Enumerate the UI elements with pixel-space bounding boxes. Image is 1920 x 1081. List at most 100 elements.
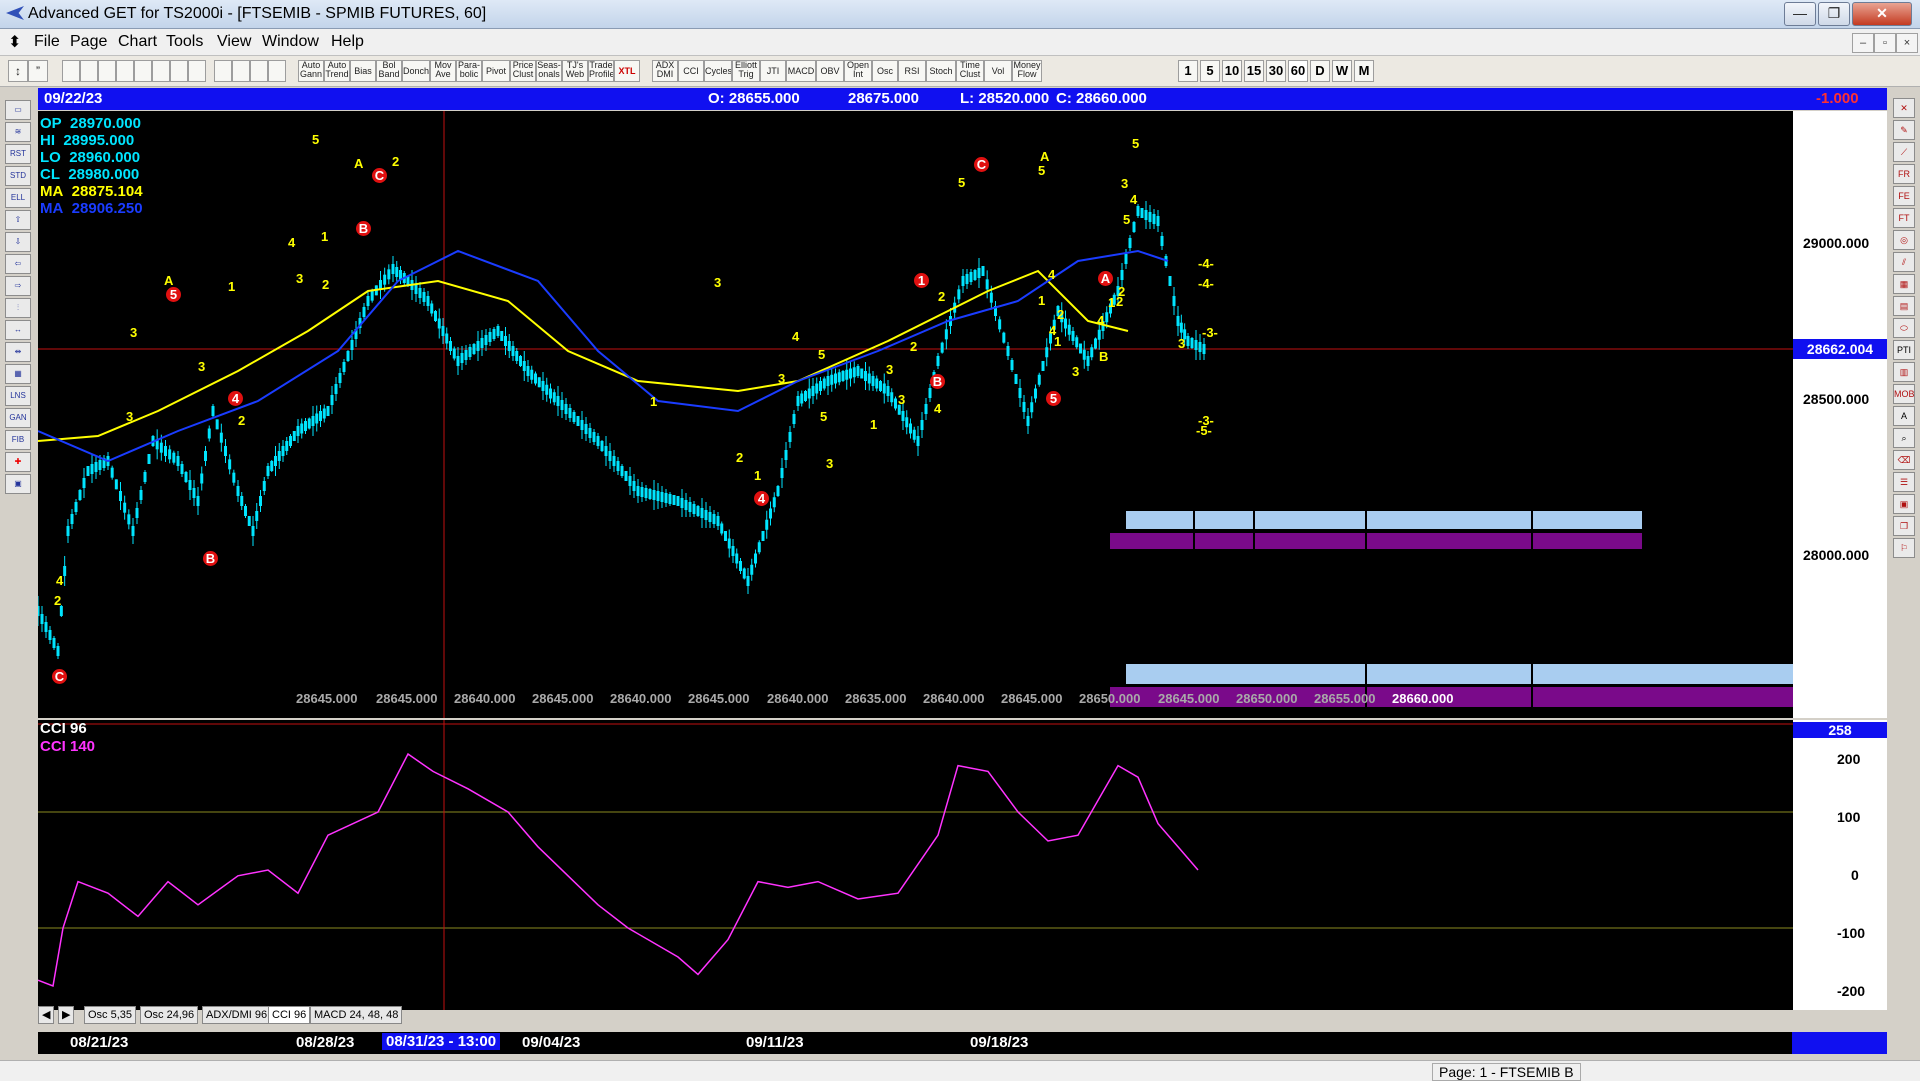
menu-file[interactable]: File [34,33,60,51]
cursor-icon[interactable]: ↕ [8,60,28,82]
mdi-restore-button[interactable]: ▫ [1874,33,1896,53]
circle-icon[interactable]: ◎ [1893,230,1915,250]
reset-icon[interactable]: RST [5,144,31,164]
mdi-minimize-button[interactable]: – [1852,33,1874,53]
text-icon[interactable]: A [1893,406,1915,426]
arrow-right-icon[interactable]: ⇨ [5,276,31,296]
interval-5[interactable]: 5 [1200,60,1220,82]
tb-parabolic[interactable]: Para-bolic [456,60,482,82]
compress-icon[interactable]: ⇹ [5,342,31,362]
pencil-icon[interactable]: ✎ [1893,120,1915,140]
menu-tools[interactable]: Tools [166,33,203,51]
interval-d[interactable]: D [1310,60,1330,82]
tb-elliott-trig[interactable]: Elliott Trig [732,60,760,82]
fib-icon[interactable]: FIB [5,430,31,450]
interval-1[interactable]: 1 [1178,60,1198,82]
grid-icon[interactable]: ▦ [5,364,31,384]
minimize-button[interactable]: — [1784,2,1816,26]
fib-ext-icon[interactable]: FE [1893,186,1915,206]
tb-stoch[interactable]: Stoch [926,60,956,82]
tab-osc-24-96[interactable]: Osc 24,96 [140,1006,199,1024]
tb-mov-ave[interactable]: Mov Ave [430,60,456,82]
interval-m[interactable]: M [1354,60,1374,82]
close-button[interactable]: ✕ [1852,2,1912,26]
tb-bol-band[interactable]: Bol Band [376,60,402,82]
tb-pivot[interactable]: Pivot [482,60,510,82]
help-icon[interactable] [268,60,286,82]
refresh-icon[interactable] [116,60,134,82]
interval-w[interactable]: W [1332,60,1352,82]
fib-time-icon[interactable]: FT [1893,208,1915,228]
menu-page[interactable]: Page [70,33,107,51]
list-icon[interactable]: ☰ [1893,472,1915,492]
interval-60[interactable]: 60 [1288,60,1308,82]
save-icon[interactable]: ▣ [5,474,31,494]
reload-icon[interactable] [98,60,116,82]
close-x-icon[interactable]: ✕ [1893,98,1915,118]
arrow-up-icon[interactable]: ⇧ [5,210,31,230]
tb-rsi[interactable]: RSI [898,60,926,82]
preview-icon[interactable] [232,60,250,82]
tb-vol[interactable]: Vol [984,60,1012,82]
interval-15[interactable]: 15 [1244,60,1264,82]
tb-macd[interactable]: MACD [786,60,816,82]
lines-icon[interactable]: LNS [5,386,31,406]
web-icon[interactable]: ≋ [5,122,31,142]
tb-auto-gann[interactable]: Auto Gann [298,60,324,82]
quote-icon[interactable]: ” [28,60,48,82]
tb-adx-dmi[interactable]: ADX DMI [652,60,678,82]
menu-window[interactable]: Window [262,33,319,51]
new-page-icon[interactable] [62,60,80,82]
tb-auto-trend[interactable]: Auto Trend [324,60,350,82]
tb-open-int[interactable]: Open Int [844,60,872,82]
tb-money-flow[interactable]: Money Flow [1012,60,1042,82]
copy-icon[interactable] [80,60,98,82]
tb-bias[interactable]: Bias [350,60,376,82]
tb-xtl[interactable]: XTL [614,60,640,82]
arrow-left-icon[interactable]: ⇦ [5,254,31,274]
arrow-down-icon[interactable]: ⇩ [5,232,31,252]
tb-cycles[interactable]: Cycles [704,60,732,82]
calc-icon[interactable]: ▣ [1893,494,1915,514]
menu-view[interactable]: View [217,33,251,51]
tb-time-clust[interactable]: Time Clust [956,60,984,82]
trendline-icon[interactable]: ⟋ [1893,142,1915,162]
gann-icon[interactable]: GAN [5,408,31,428]
cci-chart[interactable]: 258 200 100 0 -100 -200 CCI 96 CCI 140 [38,720,1887,1010]
maximize-button[interactable]: ❐ [1818,2,1850,26]
ellipse-icon[interactable]: ⬭ [1893,318,1915,338]
tb-price-clust[interactable]: Price Clust [510,60,536,82]
tab-osc-5-35[interactable]: Osc 5,35 [84,1006,137,1024]
print-icon[interactable] [214,60,232,82]
lock-icon[interactable] [250,60,268,82]
delete-icon[interactable] [152,60,170,82]
grid-icon[interactable] [134,60,152,82]
chart-icon[interactable] [188,60,206,82]
multi-icon[interactable]: ❐ [1893,516,1915,536]
study-icon[interactable]: STD [5,166,31,186]
tb-trade-profile[interactable]: Trade Profile [588,60,614,82]
tb-cci[interactable]: CCI [678,60,704,82]
pti-icon[interactable]: PTI [1893,340,1915,360]
open-icon[interactable]: ▭ [5,100,31,120]
tab-cci-96[interactable]: CCI 96 [268,1006,311,1024]
eraser-icon[interactable]: ⌫ [1893,450,1915,470]
interval-10[interactable]: 10 [1222,60,1242,82]
scatter-icon[interactable] [170,60,188,82]
mdi-close-button[interactable]: × [1896,33,1918,53]
price-chart[interactable]: 29000.000 28500.000 28000.000 28662.004 … [38,111,1887,718]
mob-icon[interactable]: MOB [1893,384,1915,404]
interval-30[interactable]: 30 [1266,60,1286,82]
tb-osc[interactable]: Osc [872,60,898,82]
tb-donch[interactable]: Donch [402,60,430,82]
menu-chart[interactable]: Chart [118,33,157,51]
zoom-icon[interactable]: ⌕ [1893,428,1915,448]
tb-seasonals[interactable]: Seas-onals [536,60,562,82]
channel-icon[interactable]: ⫽ [1893,252,1915,272]
square-icon[interactable]: ▤ [1893,296,1915,316]
grid-box-icon[interactable]: ▦ [1893,274,1915,294]
elliott-icon[interactable]: ELL [5,188,31,208]
expand-icon[interactable]: ↔ [5,320,31,340]
blocks-icon[interactable]: ▥ [1893,362,1915,382]
flag-icon[interactable]: ⚐ [1893,538,1915,558]
